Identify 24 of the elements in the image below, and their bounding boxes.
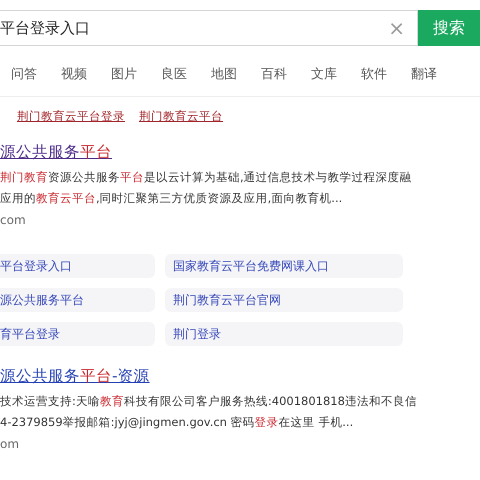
result-snippet: 应用的教育云平台,同时汇聚第三方优质资源及应用,面向教育机... xyxy=(0,190,342,207)
category-tab[interactable]: 百科 xyxy=(261,54,287,96)
related-search[interactable]: 源公共服务平台 xyxy=(0,288,155,312)
category-tab[interactable]: 图片 xyxy=(111,54,137,96)
search-field[interactable]: 平台登录入口 × xyxy=(0,10,418,46)
result-url: com xyxy=(0,213,26,227)
result-url: om xyxy=(0,437,20,451)
category-tab[interactable]: 良医 xyxy=(161,54,187,96)
result-snippet: 4-2379859举报邮箱:jyj@jingmen.gov.cn 密码登录在这里 手机... xyxy=(0,414,354,431)
related-link[interactable]: 荆门教育云平台 xyxy=(139,109,223,124)
category-tab[interactable]: 翻译 xyxy=(411,54,437,96)
result-snippet: 荆门教育资源公共服务平台是以云计算为基础,通过信息技术与教学过程深度融 xyxy=(0,169,412,186)
related-search[interactable]: 平台登录入口 xyxy=(0,254,155,278)
related-link[interactable]: 荆门教育云平台登录 xyxy=(17,109,125,124)
category-tab[interactable]: 地图 xyxy=(211,54,237,96)
result-snippet: 技术运营支持:天喻教育科技有限公司客户服务热线:4001801818违法和不良信 xyxy=(0,393,417,410)
related-search[interactable]: 育平台登录 xyxy=(0,322,155,346)
category-tab[interactable]: 文库 xyxy=(311,54,337,96)
related-search[interactable]: 国家教育云平台免费网课入口 xyxy=(165,254,403,278)
category-tab[interactable]: 软件 xyxy=(361,54,387,96)
category-tab[interactable]: 视频 xyxy=(61,54,87,96)
category-tab[interactable]: 问答 xyxy=(11,54,37,96)
related-search[interactable]: 荆门教育云平台官网 xyxy=(165,288,403,312)
related-search[interactable]: 荆门登录 xyxy=(165,322,403,346)
